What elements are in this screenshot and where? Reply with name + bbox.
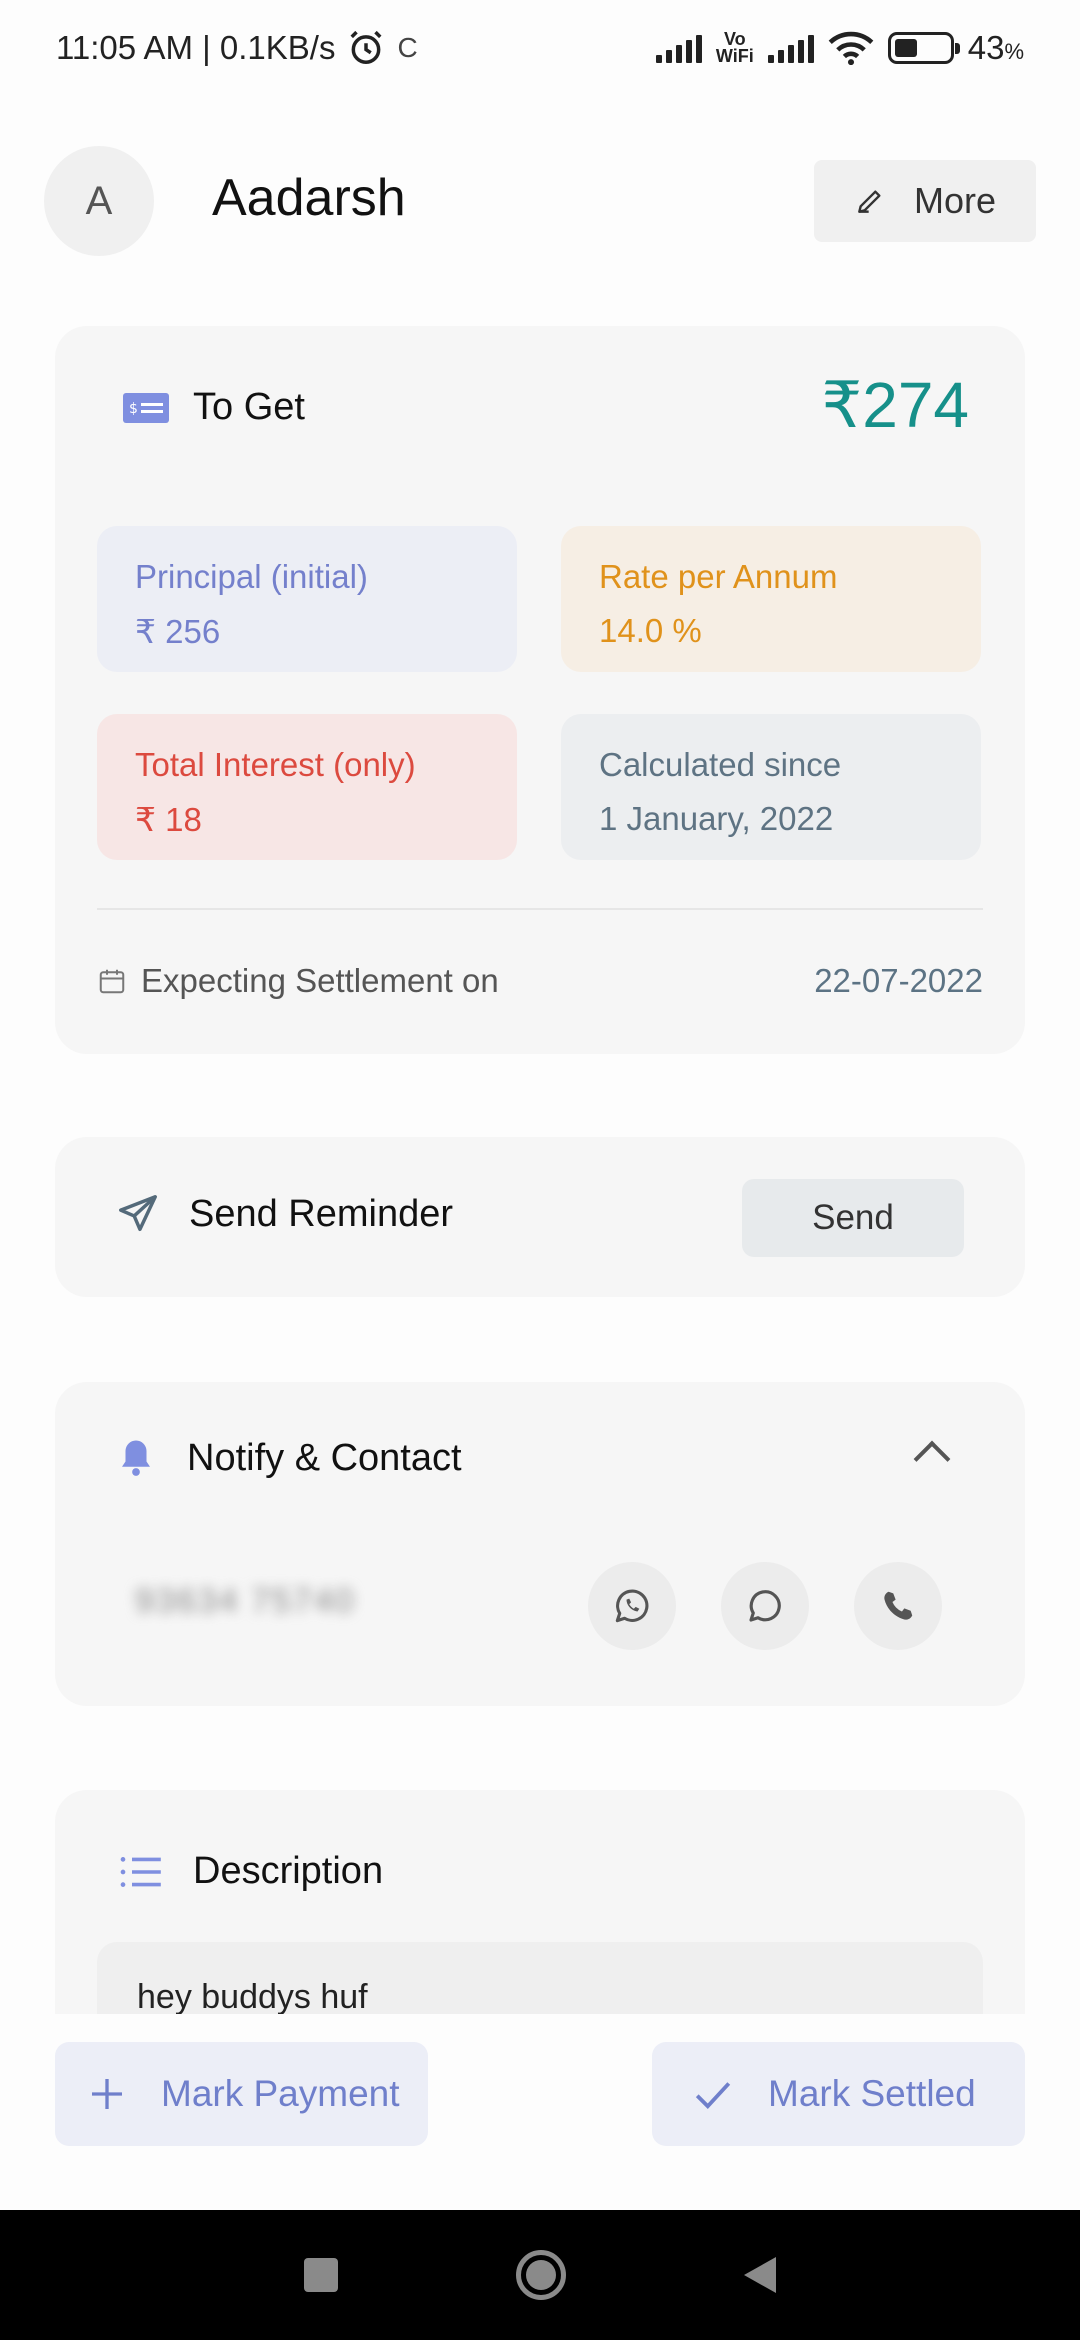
rate-tile: Rate per Annum 14.0 % [561, 526, 981, 672]
svg-text:$: $ [129, 401, 138, 417]
home-icon-dot [526, 2260, 556, 2290]
phone-number: 93634 75740 [135, 1582, 356, 1620]
interest-label: Total Interest (only) [135, 746, 416, 783]
status-time-speed: 11:05 AM | 0.1KB/s [56, 29, 336, 66]
check-icon [695, 2082, 731, 2110]
reminder-card: Send Reminder Send [55, 1137, 1025, 1297]
since-value: 1 January, 2022 [599, 800, 834, 837]
chevron-up-icon[interactable] [913, 1440, 951, 1478]
money-icon: $ [123, 392, 169, 423]
rate-label: Rate per Annum [599, 558, 838, 595]
more-button[interactable]: More [814, 160, 1036, 242]
status-bar-left: 11:05 AM | 0.1KB/s C [56, 29, 418, 67]
interest-value: ₹ 18 [135, 801, 202, 838]
settlement-left: Expecting Settlement on [97, 962, 499, 1000]
vowifi-bottom: WiFi [715, 46, 754, 66]
chat-bubble-icon [749, 1590, 781, 1622]
divider [97, 908, 983, 910]
list-icon [120, 1856, 161, 1887]
principal-tile: Principal (initial) ₹ 256 [97, 526, 517, 672]
pencil-icon [858, 190, 881, 213]
whatsapp-button[interactable] [588, 1562, 676, 1650]
reminder-title: Send Reminder [189, 1192, 454, 1235]
alarm-icon [350, 30, 382, 64]
avatar-initial: A [85, 178, 113, 223]
since-tile: Calculated since 1 January, 2022 [561, 714, 981, 860]
calendar-icon [99, 969, 125, 994]
battery-icon [887, 32, 960, 64]
since-label: Calculated since [599, 746, 842, 783]
signal-icon [655, 33, 702, 63]
mark-payment-label: Mark Payment [161, 2073, 400, 2114]
interest-tile: Total Interest (only) ₹ 18 [97, 714, 517, 860]
settlement-row: Expecting Settlement on 22-07-2022 [97, 962, 983, 1000]
back-icon[interactable] [744, 2257, 776, 2293]
message-button[interactable] [721, 1562, 809, 1650]
description-title-row: Description [119, 1850, 383, 1893]
more-label: More [913, 180, 997, 221]
summary-title-row: $ To Get [123, 386, 305, 429]
settlement-label: Expecting Settlement on [141, 962, 499, 999]
mark-payment-button[interactable]: Mark Payment [55, 2042, 428, 2146]
phone-icon [884, 1591, 913, 1620]
wifi-icon [828, 31, 874, 65]
bell-icon [122, 1440, 150, 1476]
whatsapp-icon [615, 1589, 649, 1623]
notify-card: Notify & Contact 93634 75740 [55, 1382, 1025, 1706]
system-nav-bar [0, 2210, 1080, 2340]
mark-settled-button[interactable]: Mark Settled [652, 2042, 1025, 2146]
plus-icon [92, 2079, 122, 2109]
settlement-date: 22-07-2022 [814, 962, 983, 999]
status-bar: 11:05 AM | 0.1KB/s C Vo WiFi 43% [0, 0, 1080, 96]
reminder-title-row: Send Reminder [115, 1191, 453, 1237]
principal-value: ₹ 256 [135, 613, 221, 650]
signal-icon-2 [767, 33, 814, 63]
send-button[interactable]: Send [742, 1179, 964, 1257]
send-label: Send [812, 1198, 894, 1237]
recents-icon[interactable] [304, 2258, 338, 2292]
send-icon [119, 1195, 157, 1232]
summary-card: $ To Get ₹274 Principal (initial) ₹ 256 … [55, 326, 1025, 1054]
notify-title-row: Notify & Contact [115, 1436, 462, 1480]
status-extra: C [397, 32, 418, 63]
vowifi-icon: Vo WiFi [715, 30, 754, 66]
total-amount: ₹274 [821, 369, 970, 441]
home-icon[interactable] [516, 2250, 566, 2300]
description-card: Description hey buddys huf [55, 1790, 1025, 2040]
description-title: Description [193, 1850, 384, 1892]
battery-value: 43 [967, 29, 1005, 66]
principal-label: Principal (initial) [135, 558, 368, 595]
summary-title: To Get [193, 386, 305, 428]
rate-value: 14.0 % [599, 612, 702, 649]
call-button[interactable] [854, 1562, 942, 1650]
battery-percent: 43% [968, 29, 1024, 67]
notify-title: Notify & Contact [187, 1436, 462, 1479]
contact-name: Aadarsh [212, 169, 406, 227]
mark-settled-label: Mark Settled [768, 2073, 976, 2114]
status-bar-right: Vo WiFi 43% [655, 29, 1024, 67]
avatar[interactable]: A [44, 146, 154, 256]
battery-fill [894, 39, 918, 57]
battery-unit: % [1004, 39, 1024, 64]
